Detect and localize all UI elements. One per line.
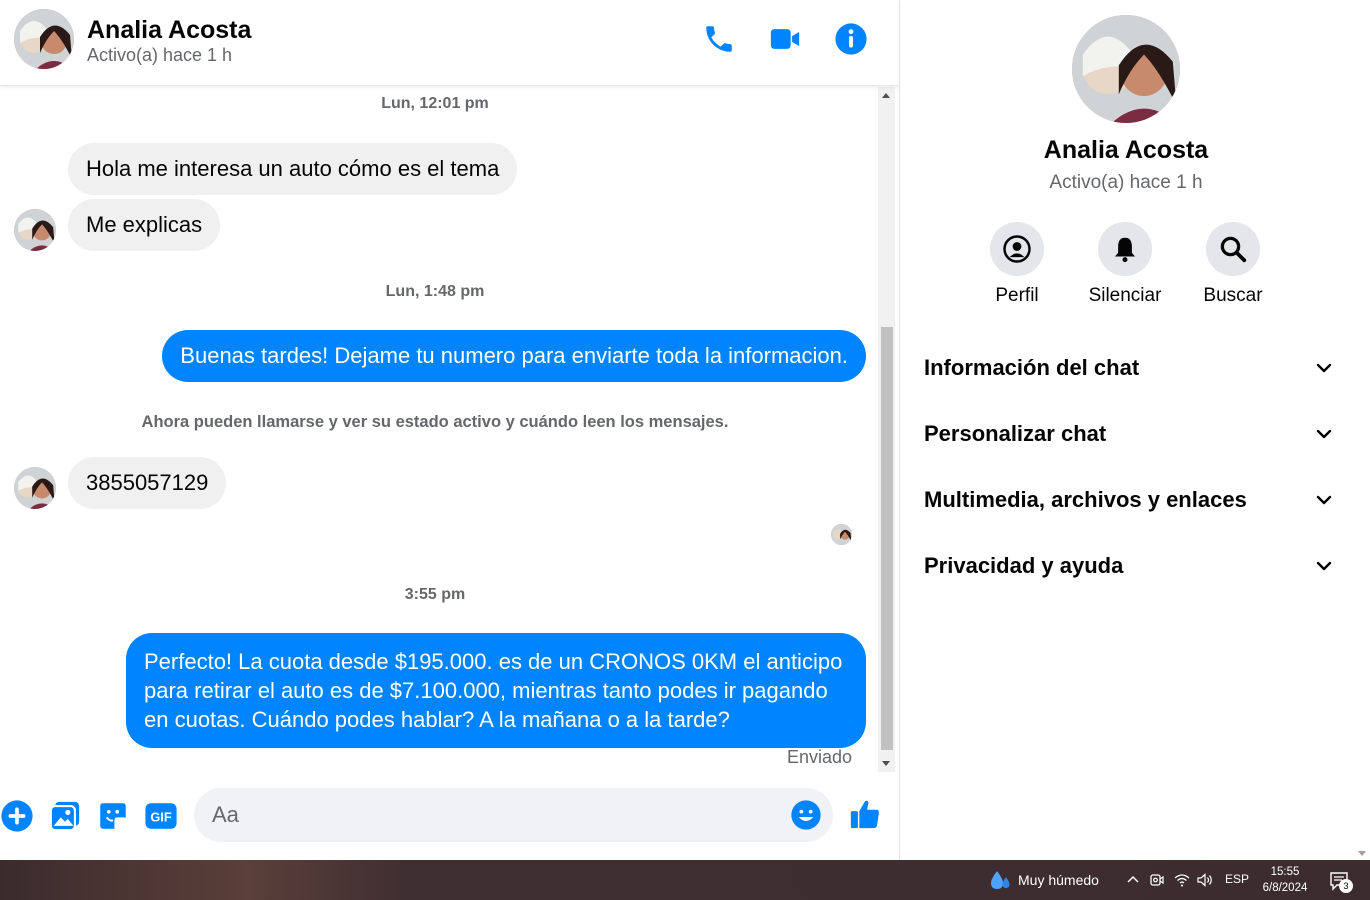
incoming-message[interactable]: Me explicas [68, 199, 221, 251]
mute-button-label: Silenciar [1088, 285, 1162, 306]
video-camera-icon[interactable] [768, 22, 802, 56]
outgoing-message[interactable]: Perfecto! La cuota desde $195.000. es de… [126, 633, 866, 748]
search-icon [1206, 222, 1260, 276]
clock-time: 15:55 [1270, 866, 1300, 878]
panel-scrollbar[interactable] [1354, 0, 1370, 860]
windows-taskbar: Muy húmedo ESP 15:55 6/8/2024 [0, 860, 1370, 900]
profile-status: Activo(a) hace 1 h [1049, 172, 1203, 193]
sender-avatar[interactable] [14, 209, 56, 251]
message-composer: GIF [0, 775, 899, 860]
bell-icon [1098, 222, 1152, 276]
emoji-icon[interactable] [790, 799, 822, 831]
contact-name[interactable]: Analia Acosta [87, 16, 251, 45]
section-media-files-links[interactable]: Multimedia, archivos y enlaces [924, 480, 1334, 520]
scroll-up-arrow[interactable] [882, 93, 890, 98]
message-timestamp: Lun, 1:48 pm [385, 283, 485, 300]
scroll-thumb[interactable] [881, 327, 893, 750]
input-language[interactable]: ESP [1225, 872, 1249, 886]
section-chat-info[interactable]: Información del chat [924, 348, 1334, 388]
info-icon[interactable] [834, 22, 868, 56]
notification-badge: 3 [1339, 879, 1353, 893]
mute-button[interactable]: Silenciar [1075, 222, 1175, 307]
chevron-down-icon [1316, 495, 1332, 505]
message-input[interactable] [194, 788, 833, 842]
message-scrollbar[interactable] [878, 87, 895, 772]
chevron-down-icon [1316, 429, 1332, 439]
plus-icon[interactable] [0, 799, 34, 833]
sticker-icon[interactable] [96, 799, 130, 833]
chat-header: Analia Acosta Activo(a) hace 1 h [0, 0, 899, 86]
sender-avatar[interactable] [14, 467, 56, 509]
phone-icon[interactable] [702, 22, 736, 56]
scroll-down-arrow[interactable] [882, 761, 890, 766]
scroll-down-arrow[interactable] [1358, 851, 1366, 856]
message-list[interactable]: Lun, 12:01 pm Hola me interesa un auto c… [0, 87, 878, 772]
incoming-message[interactable]: 3855057129 [68, 457, 227, 509]
contact-avatar[interactable] [14, 9, 74, 69]
clock-date: 6/8/2024 [1262, 882, 1308, 894]
system-notice: Ahora pueden llamarse y ver su estado ac… [141, 413, 729, 431]
meet-now-icon[interactable] [1148, 871, 1166, 889]
message-timestamp: Lun, 12:01 pm [381, 95, 489, 112]
profile-avatar[interactable] [1072, 15, 1180, 123]
profile-button-label: Perfil [995, 285, 1039, 306]
section-label: Privacidad y ayuda [924, 553, 1124, 578]
section-label: Multimedia, archivos y enlaces [924, 487, 1247, 512]
chevron-down-icon [1316, 363, 1332, 373]
profile-name: Analia Acosta [1043, 136, 1209, 164]
sent-status: Enviado [786, 747, 852, 767]
image-icon[interactable] [48, 799, 82, 833]
section-privacy-help[interactable]: Privacidad y ayuda [924, 546, 1334, 586]
thumbs-up-icon[interactable] [848, 797, 882, 831]
search-button[interactable]: Buscar [1183, 222, 1283, 307]
section-customize-chat[interactable]: Personalizar chat [924, 414, 1334, 454]
chat-pane: Analia Acosta Activo(a) hace 1 h Lun, 12… [0, 0, 899, 860]
wifi-icon[interactable] [1173, 871, 1191, 889]
conversation-info-panel: Analia Acosta Activo(a) hace 1 h Perfil … [899, 0, 1370, 860]
section-label: Información del chat [924, 355, 1140, 380]
profile-button[interactable]: Perfil [967, 222, 1067, 307]
gif-icon[interactable]: GIF [144, 799, 178, 833]
incoming-message[interactable]: Hola me interesa un auto cómo es el tema [68, 143, 518, 195]
weather-widget[interactable]: Muy húmedo [988, 868, 1099, 892]
raindrop-icon [991, 871, 1010, 889]
contact-status: Activo(a) hace 1 h [87, 45, 233, 65]
chevron-up-icon[interactable] [1124, 871, 1142, 889]
volume-icon[interactable] [1196, 871, 1214, 889]
search-button-label: Buscar [1203, 285, 1263, 306]
profile-icon [990, 222, 1044, 276]
message-timestamp: 3:55 pm [404, 586, 466, 603]
system-clock[interactable]: 15:55 6/8/2024 [1255, 864, 1315, 896]
section-label: Personalizar chat [924, 421, 1107, 446]
seen-indicator-avatar [831, 524, 852, 545]
chevron-down-icon [1316, 561, 1332, 571]
gif-label: GIF [150, 810, 171, 825]
outgoing-message[interactable]: Buenas tardes! Dejame tu numero para env… [162, 330, 866, 382]
weather-label: Muy húmedo [1018, 872, 1099, 888]
